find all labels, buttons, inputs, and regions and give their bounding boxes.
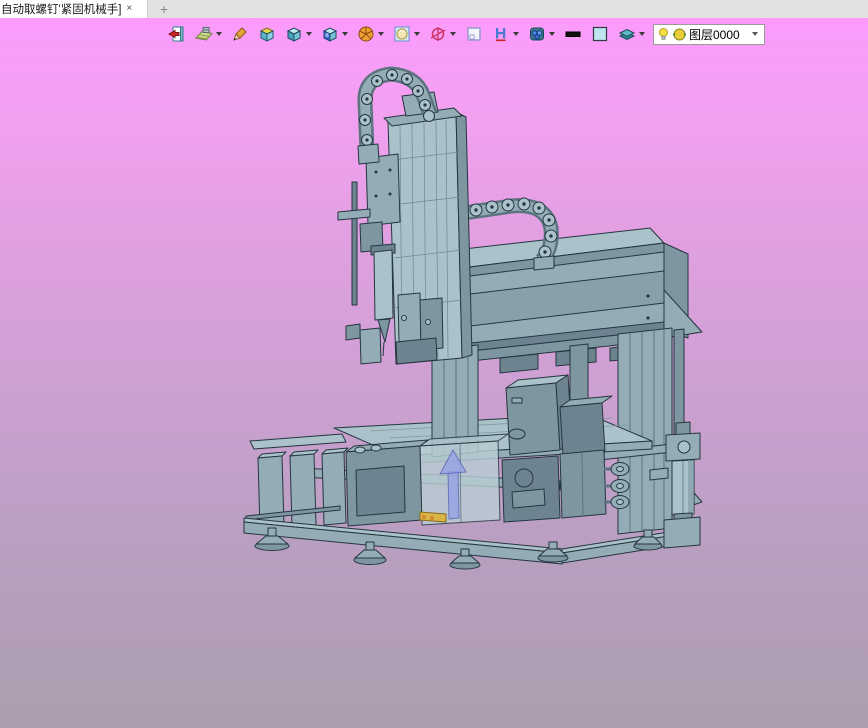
translucent-box[interactable] [419, 433, 509, 526]
fill-color-icon[interactable] [590, 24, 610, 44]
local-frame-icon[interactable] [464, 24, 484, 44]
pencil-icon[interactable] [230, 24, 250, 44]
extrude-box-icon[interactable] [257, 24, 277, 44]
model-3d-view[interactable] [0, 0, 868, 728]
revolve-wheel-icon[interactable] [356, 24, 376, 44]
solid-cube-dropdown[interactable] [304, 24, 313, 44]
datum-axis-icon[interactable] [428, 24, 448, 44]
layer-selector-dropdown-icon[interactable] [749, 32, 761, 36]
dimension-h-icon[interactable] [491, 24, 511, 44]
feature-cube-dropdown[interactable] [340, 24, 349, 44]
sketch-plane-icon[interactable] [194, 24, 214, 44]
cad-application-window: 自动取螺钉'紧固机械手] × + 图层0000 [0, 0, 868, 728]
quick-toolbar: 图层0000 [167, 22, 765, 46]
sketch-plane-dropdown[interactable] [214, 24, 223, 44]
thumb-screws[interactable] [604, 462, 630, 509]
assembly-icon[interactable] [527, 24, 547, 44]
layer-selector[interactable]: 图层0000 [653, 23, 765, 45]
assembly-dropdown[interactable] [547, 24, 556, 44]
sphere-in-box-icon[interactable] [392, 24, 412, 44]
exit-sketch-icon[interactable] [167, 24, 187, 44]
dimension-h-dropdown[interactable] [511, 24, 520, 44]
sphere-in-box-dropdown[interactable] [412, 24, 421, 44]
layers-dropdown[interactable] [637, 24, 646, 44]
solid-cube-icon[interactable] [284, 24, 304, 44]
layer-color-icon [673, 28, 686, 40]
line-style-icon[interactable] [563, 24, 583, 44]
revolve-wheel-dropdown[interactable] [376, 24, 385, 44]
datum-axis-dropdown[interactable] [448, 24, 457, 44]
model-viewport[interactable]: 图层0000 [0, 18, 868, 728]
z-axis-tower[interactable] [337, 91, 473, 365]
layer-selector-value: 图层0000 [689, 27, 740, 42]
layers-icon[interactable] [617, 24, 637, 44]
control-box[interactable] [505, 374, 613, 456]
feature-cube-icon[interactable] [320, 24, 340, 44]
bulb-icon [659, 27, 668, 40]
